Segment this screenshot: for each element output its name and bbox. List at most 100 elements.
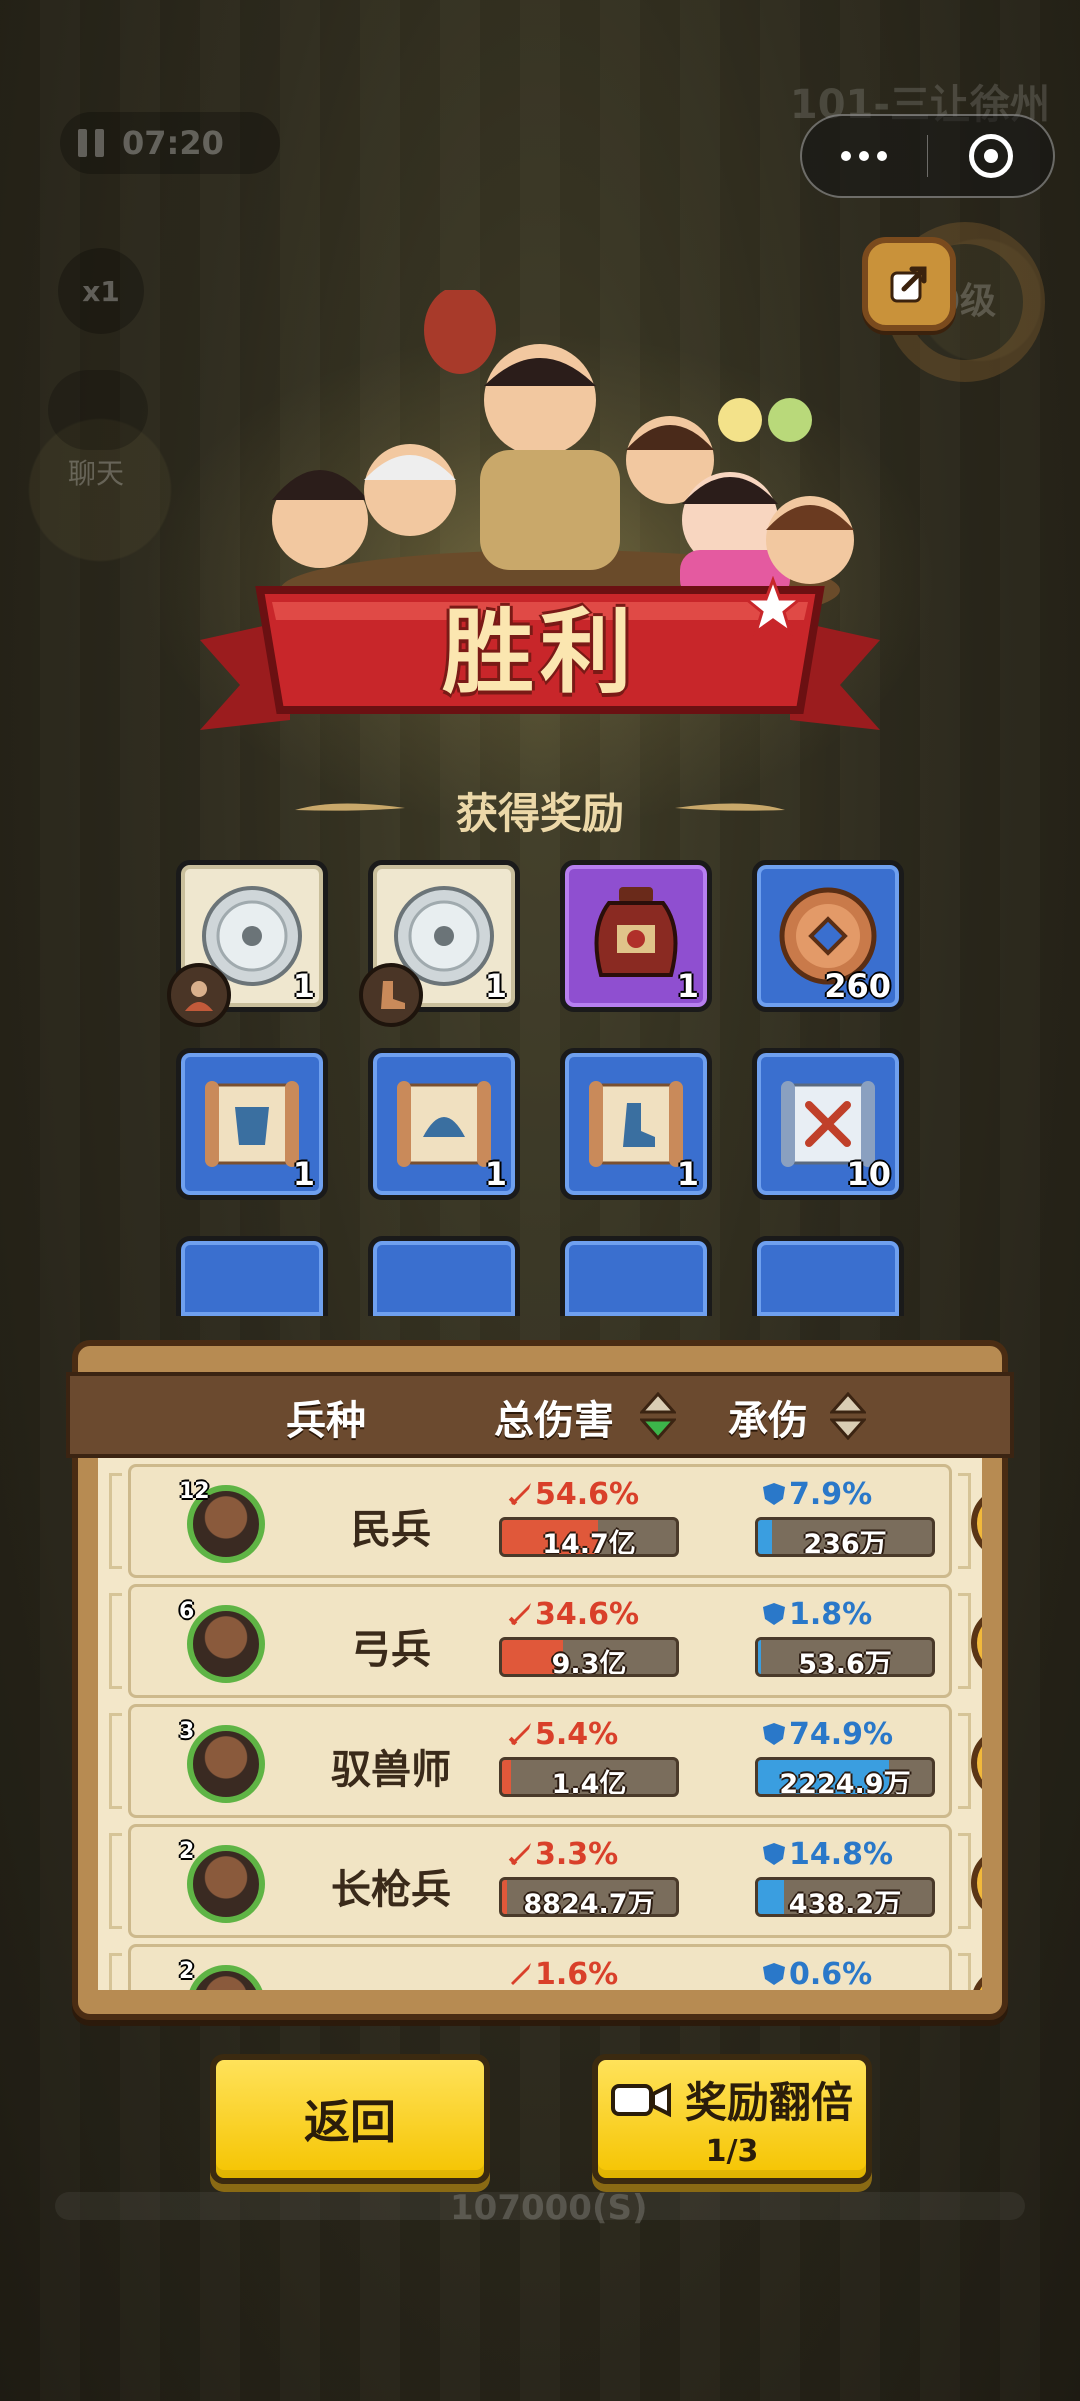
chat-label: 聊天 xyxy=(68,457,125,490)
damage-bar: 14.7亿 xyxy=(499,1517,679,1557)
reward-item[interactable] xyxy=(368,1236,520,1316)
double-reward-count: 1/3 xyxy=(705,2134,759,2169)
victory-title: 胜利 xyxy=(441,599,638,706)
reward-item[interactable]: 1 xyxy=(560,1048,712,1200)
help-button[interactable]: ? xyxy=(971,1967,982,1990)
unit-avatar xyxy=(187,1845,265,1923)
double-reward-button[interactable]: 奖励翻倍 1/3 xyxy=(592,2054,872,2184)
reward-item[interactable] xyxy=(752,1236,904,1316)
damage-percent: 1.6% xyxy=(507,1957,618,1990)
reward-item[interactable] xyxy=(560,1236,712,1316)
reward-qty: 1 xyxy=(676,1155,699,1193)
share-button[interactable] xyxy=(862,237,956,331)
taken-percent: 7.9% xyxy=(761,1477,872,1512)
speed-button: x1 xyxy=(58,248,144,334)
double-reward-label: 奖励翻倍 xyxy=(684,2078,853,2127)
reward-item[interactable]: 1 xyxy=(167,860,328,1027)
reward-item[interactable]: 1 xyxy=(560,860,712,1012)
taken-percent: 0.6% xyxy=(761,1957,872,1990)
header-unit: 兵种 xyxy=(286,1398,366,1444)
damage-value: 1.4亿 xyxy=(551,1769,627,1797)
warrior-badge-icon xyxy=(167,963,231,1027)
stats-list[interactable]: 12 民兵 54.6% 14.7亿 7.9% 236万 ? 6 弓兵 34.6%… xyxy=(98,1458,982,1990)
reward-item[interactable] xyxy=(176,1236,328,1316)
stats-row: 6 弓兵 34.6% 9.3亿 1.8% 53.6万 ? xyxy=(109,1584,982,1698)
stats-row: 2 长枪兵 3.3% 8824.7万 14.8% 438.2万 ? xyxy=(109,1824,982,1938)
damage-percent: 54.6% xyxy=(507,1477,639,1512)
help-button[interactable]: ? xyxy=(971,1847,982,1919)
star-icon xyxy=(742,576,804,636)
reward-item[interactable]: 1 xyxy=(176,1048,328,1200)
taken-percent: 1.8% xyxy=(761,1597,872,1632)
reward-item[interactable]: 1 xyxy=(359,860,520,1027)
reward-qty: 1 xyxy=(484,967,507,1005)
reward-qty: 1 xyxy=(292,1155,315,1193)
damage-percent: 34.6% xyxy=(507,1597,639,1632)
reward-qty: 1 xyxy=(292,967,315,1005)
sword-icon xyxy=(508,1603,531,1626)
sword-icon xyxy=(511,1963,531,1985)
reward-qty: 1 xyxy=(484,1155,507,1193)
unit-avatar xyxy=(187,1725,265,1803)
unit-name: 长枪兵 xyxy=(331,1867,451,1913)
help-button[interactable]: ? xyxy=(971,1487,982,1559)
taken-value: 53.6万 xyxy=(798,1649,892,1677)
sword-icon xyxy=(508,1723,531,1746)
unit-avatar xyxy=(187,1605,265,1683)
back-button[interactable]: 返回 xyxy=(210,2054,490,2184)
taken-percent: 14.8% xyxy=(761,1837,893,1872)
shield-icon xyxy=(763,1723,785,1745)
damage-bar: 9.3亿 xyxy=(499,1637,679,1677)
unit-level: 3 xyxy=(179,1719,195,1744)
stats-row: 3 驭兽师 5.4% 1.4亿 74.9% 2224.9万 ? xyxy=(109,1704,982,1818)
chat-icon xyxy=(48,370,148,450)
taken-percent: 74.9% xyxy=(761,1717,893,1752)
shield-icon xyxy=(763,1603,785,1625)
sword-icon xyxy=(508,1843,531,1866)
taken-bar: 438.2万 xyxy=(755,1877,935,1917)
stats-row: 12 民兵 54.6% 14.7亿 7.9% 236万 ? xyxy=(109,1464,982,1578)
miniprogram-capsule xyxy=(800,114,1055,198)
sort-damage-icon[interactable] xyxy=(640,1392,676,1440)
damage-percent: 5.4% xyxy=(507,1717,618,1752)
unit-level: 12 xyxy=(179,1479,210,1504)
damage-bar: 8824.7万 xyxy=(499,1877,679,1917)
help-button[interactable]: ? xyxy=(971,1727,982,1799)
unit-level: 2 xyxy=(179,1839,195,1864)
unit-level: 2 xyxy=(179,1959,195,1984)
taken-bar: 236万 xyxy=(755,1517,935,1557)
shield-icon xyxy=(763,1963,785,1985)
reward-qty: 260 xyxy=(824,967,891,1005)
shield-icon xyxy=(763,1483,785,1505)
damage-value: 14.7亿 xyxy=(542,1529,636,1557)
damage-value: 9.3亿 xyxy=(551,1649,627,1677)
reward-item[interactable]: 1 xyxy=(368,1048,520,1200)
taken-bar: 2224.9万 xyxy=(755,1757,935,1797)
sword-icon xyxy=(508,1483,531,1506)
taken-value: 438.2万 xyxy=(788,1889,902,1917)
damage-value: 8824.7万 xyxy=(523,1889,655,1917)
taken-bar: 53.6万 xyxy=(755,1637,935,1677)
boot-badge-icon xyxy=(359,963,423,1027)
video-camera-icon xyxy=(610,2082,671,2117)
damage-percent: 3.3% xyxy=(507,1837,618,1872)
unit-name: 弓兵 xyxy=(351,1627,431,1673)
ornament-right xyxy=(675,803,785,811)
stats-row: 2 1.6% 0.6% ? xyxy=(109,1944,982,1990)
reward-qty: 1 xyxy=(676,967,699,1005)
reward-item[interactable]: 260 xyxy=(752,860,904,1012)
taken-value: 2224.9万 xyxy=(779,1769,911,1797)
share-icon xyxy=(890,266,927,303)
unit-level: 6 xyxy=(179,1599,195,1624)
header-damage[interactable]: 总伤害 xyxy=(494,1388,614,1446)
sort-taken-icon[interactable] xyxy=(830,1392,866,1440)
more-menu-icon[interactable] xyxy=(802,151,927,161)
header-taken[interactable]: 承伤 xyxy=(728,1388,808,1446)
reward-item[interactable]: 10 xyxy=(752,1048,904,1200)
help-button[interactable]: ? xyxy=(971,1607,982,1679)
unit-avatar xyxy=(187,1965,265,1990)
reward-qty: 10 xyxy=(846,1155,891,1193)
battle-timer: 07:20 xyxy=(60,112,280,174)
double-reward-label-row: 奖励翻倍 xyxy=(610,2069,853,2130)
close-miniprogram-icon[interactable] xyxy=(928,134,1053,178)
